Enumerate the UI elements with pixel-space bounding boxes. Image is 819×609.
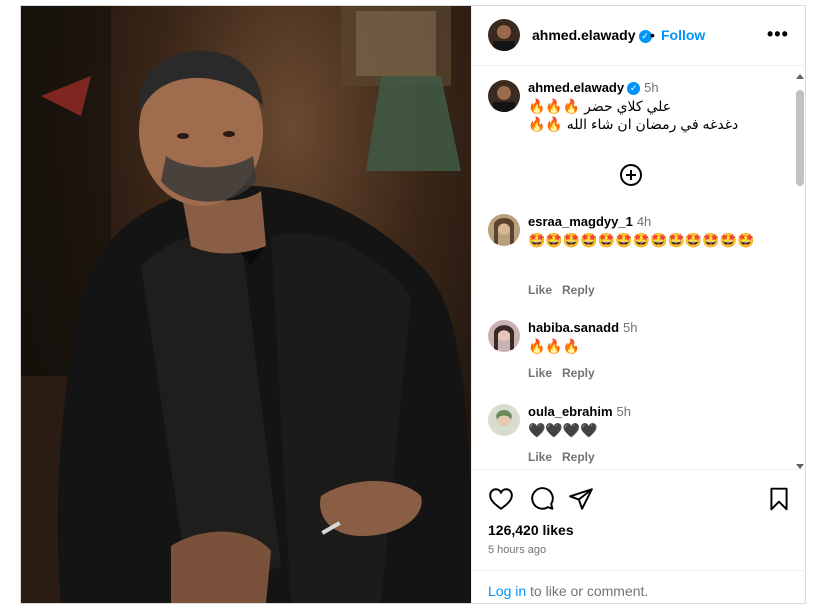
scrollbar-thumb[interactable] xyxy=(796,90,804,186)
post-dialog: ahmed.elawady ✓ • Follow ••• ahmed.elawad… xyxy=(20,5,806,604)
login-link[interactable]: Log in xyxy=(488,583,526,599)
photo-illustration xyxy=(21,6,471,603)
post-side-panel: ahmed.elawady ✓ • Follow ••• ahmed.elawad… xyxy=(471,6,806,603)
post-actions-section: 126,420 likes 5 hours ago Log in to like… xyxy=(472,469,806,603)
send-icon[interactable] xyxy=(568,486,594,512)
login-prompt-text: to like or comment. xyxy=(526,583,649,599)
comment-time[interactable]: 5h xyxy=(623,320,637,335)
author-username[interactable]: ahmed.elawady ✓ xyxy=(532,27,652,43)
caption-avatar[interactable] xyxy=(488,80,520,112)
caption-line-2: دغدغه في رمضان ان شاء الله 🔥🔥 xyxy=(528,116,739,132)
heart-icon[interactable] xyxy=(488,486,514,512)
comment-like-button[interactable]: Like xyxy=(528,283,552,297)
comments-scrollbar[interactable] xyxy=(794,74,806,469)
header-separator: • xyxy=(650,27,655,43)
comment-text: 🤩🤩🤩🤩🤩🤩🤩🤩🤩🤩🤩🤩🤩 xyxy=(528,232,755,248)
caption-text: علي كلاي حضر 🔥🔥🔥 دغدغه في رمضان ان شاء ا… xyxy=(528,97,758,133)
post-header: ahmed.elawady ✓ • Follow ••• xyxy=(472,6,806,66)
plus-circle-icon[interactable] xyxy=(619,163,643,187)
author-avatar[interactable] xyxy=(488,19,520,51)
more-options-icon[interactable]: ••• xyxy=(767,24,791,44)
commenter-username-text[interactable]: oula_ebrahim xyxy=(528,404,613,419)
comment-like-button[interactable]: Like xyxy=(528,450,552,464)
caption-username-text[interactable]: ahmed.elawady xyxy=(528,80,624,95)
caption-line-1: علي كلاي حضر 🔥🔥🔥 xyxy=(528,98,672,114)
caption-time[interactable]: 5h xyxy=(644,80,658,95)
commenter-username[interactable]: oula_ebrahim 5h xyxy=(528,404,631,419)
follow-button[interactable]: Follow xyxy=(661,27,705,43)
comment-reply-button[interactable]: Reply xyxy=(562,283,595,297)
comment-actions: Like Reply xyxy=(528,283,605,297)
commenter-username-text[interactable]: esraa_magdyy_1 xyxy=(528,214,633,229)
commenter-avatar[interactable] xyxy=(488,404,520,436)
commenter-avatar[interactable] xyxy=(488,214,520,246)
commenter-username[interactable]: habiba.sanadd 5h xyxy=(528,320,638,335)
post-timestamp[interactable]: 5 hours ago xyxy=(488,544,546,556)
likes-count[interactable]: 126,420 likes xyxy=(488,522,574,538)
comment-text: 🖤🖤🖤🖤 xyxy=(528,422,598,438)
comment-time[interactable]: 5h xyxy=(617,404,631,419)
comment-reply-button[interactable]: Reply xyxy=(562,366,595,380)
comment-actions: Like Reply xyxy=(528,366,605,380)
comment-icon[interactable] xyxy=(529,486,555,512)
login-prompt: Log in to like or comment. xyxy=(472,570,806,609)
comment-time[interactable]: 4h xyxy=(637,214,651,229)
author-username-text[interactable]: ahmed.elawady xyxy=(532,27,636,43)
commenter-username[interactable]: esraa_magdyy_1 4h xyxy=(528,214,651,229)
commenter-username-text[interactable]: habiba.sanadd xyxy=(528,320,619,335)
verified-badge-icon: ✓ xyxy=(627,82,641,95)
comment-like-button[interactable]: Like xyxy=(528,366,552,380)
post-photo[interactable] xyxy=(21,6,471,603)
bookmark-icon[interactable] xyxy=(766,486,792,512)
commenter-avatar[interactable] xyxy=(488,320,520,352)
comments-list[interactable]: ahmed.elawady ✓ 5h علي كلاي حضر 🔥🔥🔥 دغدغه … xyxy=(472,67,806,467)
comment-text: 🔥🔥🔥 xyxy=(528,338,581,354)
comment-reply-button[interactable]: Reply xyxy=(562,450,595,464)
caption-username[interactable]: ahmed.elawady ✓ 5h xyxy=(528,80,659,95)
comment-actions: Like Reply xyxy=(528,450,605,464)
scroll-up-arrow-icon[interactable] xyxy=(796,74,804,79)
